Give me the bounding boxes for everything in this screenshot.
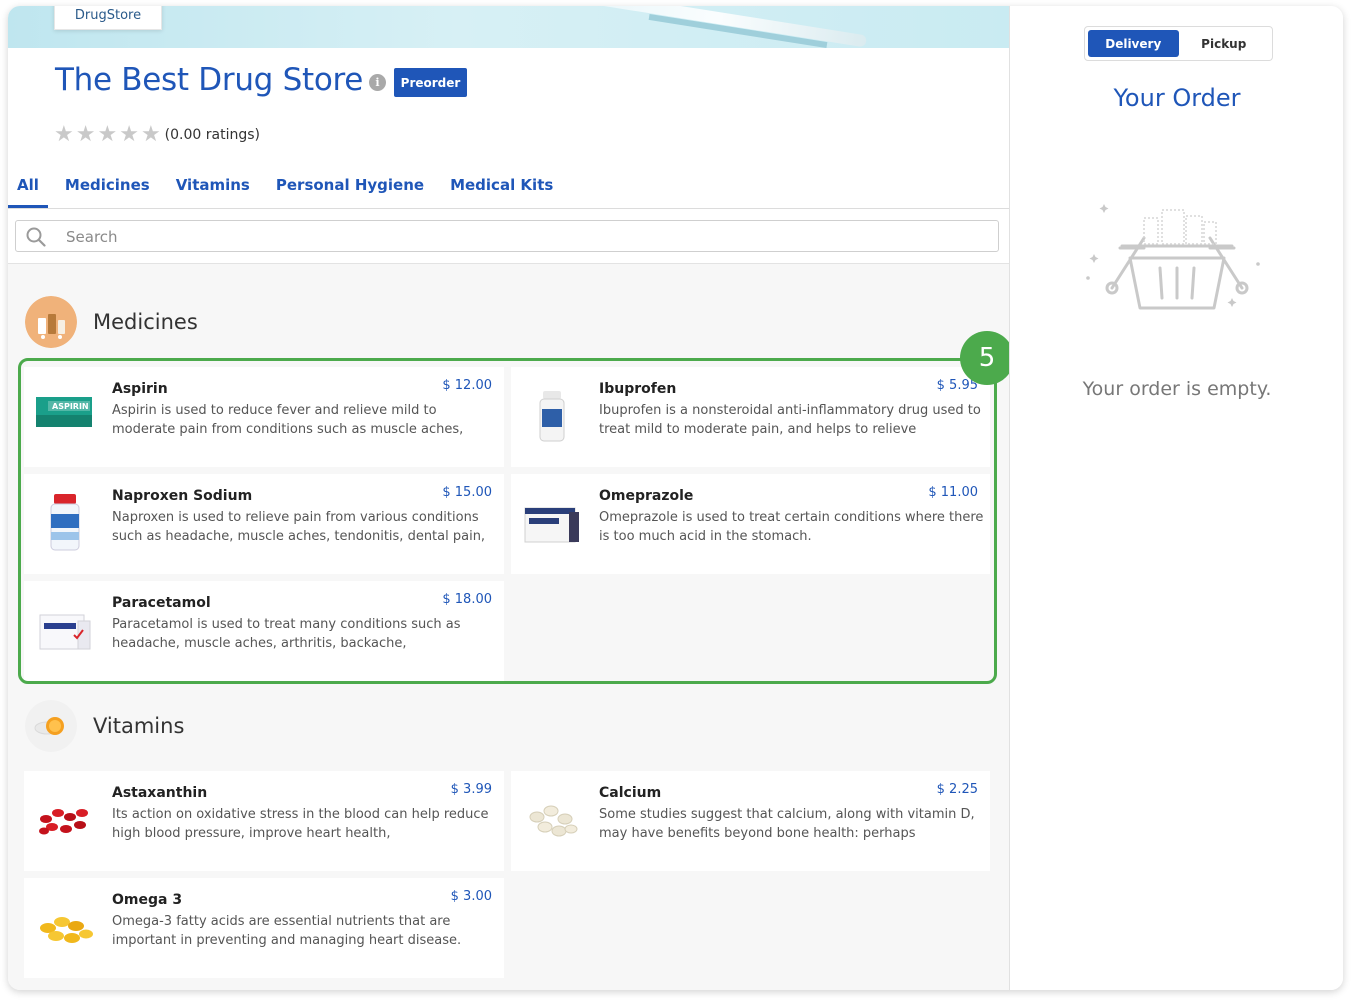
medicines-thumbnail [25,296,77,348]
store-header: DrugStore The Best Drug Store i Preorder… [8,6,1009,264]
pickup-button[interactable]: Pickup [1179,30,1270,57]
store-main: DrugStore The Best Drug Store i Preorder… [8,6,1014,990]
section-header-vitamins: Vitamins [25,700,184,752]
product-price: $ 2.25 [936,782,978,797]
product-description: Omega-3 fatty acids are essential nutrie… [112,914,462,948]
delivery-mode-toggle: Delivery Pickup [1084,26,1273,61]
search-input[interactable] [66,225,966,249]
tab-medicines[interactable]: Medicines [56,170,159,208]
rating-stars: ★ ★ ★ ★ ★ (0.00 ratings) [54,124,260,146]
annotation-highlight-box [18,358,997,684]
star-icon: ★ [119,122,139,147]
tabs-divider [8,208,1009,209]
store-logo: DrugStore [54,6,162,30]
product-price: $ 3.00 [450,889,492,904]
vitamins-thumbnail [25,700,77,752]
annotation-step-badge: 5 [960,331,1014,385]
order-title: Your Order [1113,84,1241,112]
star-icon: ★ [140,122,161,147]
order-panel: Delivery Pickup Your Order Your order is… [1009,6,1343,990]
product-price: $ 3.99 [450,782,492,797]
calcium-thumbnail [529,805,578,837]
astaxanthin-thumbnail [39,809,88,835]
product-card-calcium[interactable]: Calcium $ 2.25 Some studies suggest that… [511,771,990,871]
tab-medical-kits[interactable]: Medical Kits [441,170,562,208]
star-icon: ★ [75,122,96,147]
empty-order-message: Your order is empty. [1082,378,1272,400]
product-description: Some studies suggest that calcium, along… [599,807,975,841]
section-title-vitamins: Vitamins [93,714,185,738]
category-tabs: All Medicines Vitamins Personal Hygiene … [8,170,570,208]
product-name: Astaxanthin [112,785,208,801]
product-name: Omega 3 [112,892,183,908]
ratings-count: (0.00 ratings) [164,127,260,143]
search-bar [15,220,999,252]
page-title: The Best Drug Store [55,62,364,98]
product-card-astaxanthin[interactable]: Astaxanthin $ 3.99 Its action on oxidati… [24,771,504,871]
section-header-medicines: Medicines [25,296,198,348]
app-frame: DrugStore The Best Drug Store i Preorder… [8,6,1343,990]
section-title-medicines: Medicines [93,310,198,334]
tab-all[interactable]: All [8,170,48,208]
tab-personal-hygiene[interactable]: Personal Hygiene [267,170,433,208]
star-icon: ★ [97,122,118,147]
product-card-omega-3[interactable]: Omega 3 $ 3.00 Omega-3 fatty acids are e… [24,878,504,978]
empty-basket-icon [1086,204,1260,310]
product-name: Calcium [599,785,662,801]
search-icon [26,227,46,247]
omega-3-thumbnail [40,917,93,943]
tab-vitamins[interactable]: Vitamins [167,170,259,208]
star-icon: ★ [54,122,74,147]
preorder-button[interactable]: Preorder [394,68,467,97]
delivery-button[interactable]: Delivery [1088,30,1179,57]
store-logo-text: DrugStore [74,8,142,23]
info-icon[interactable]: i [369,74,386,91]
product-description: Its action on oxidative stress in the bl… [112,807,489,841]
